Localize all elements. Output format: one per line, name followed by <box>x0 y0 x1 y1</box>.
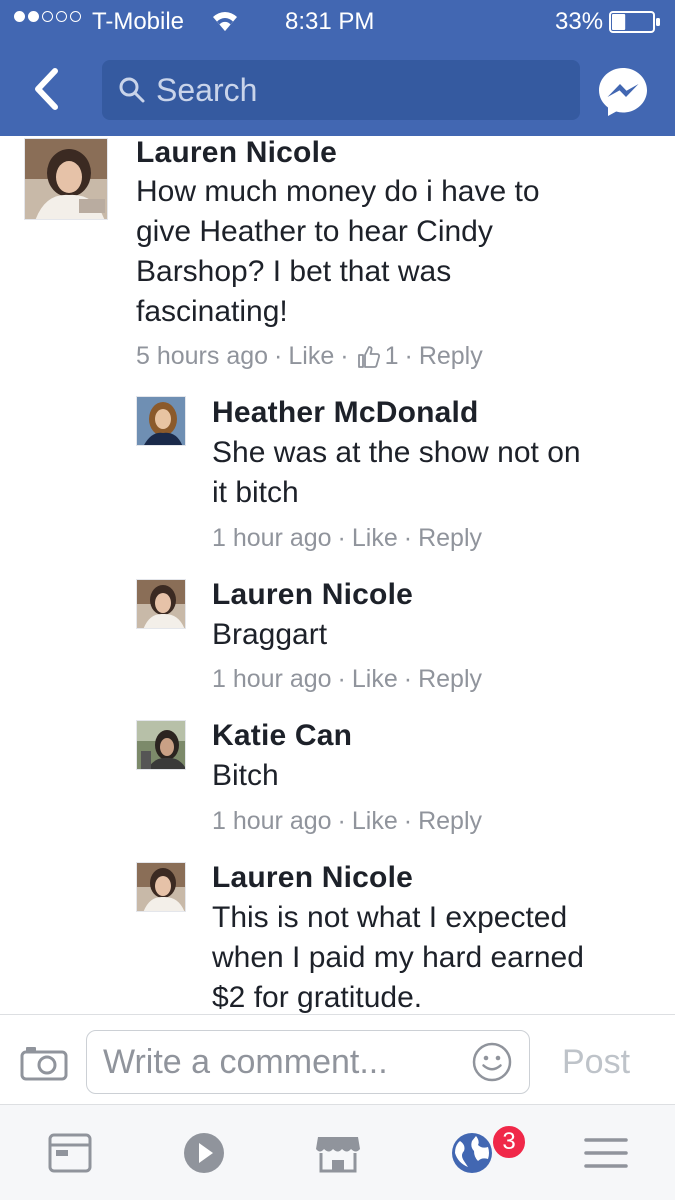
reply-text-line: She was at the show not on <box>212 436 581 469</box>
reply-author[interactable]: Lauren Nicole <box>212 578 413 612</box>
reply-text-line: it bitch <box>212 476 299 509</box>
comment-text: How much money do i have to give Heather… <box>136 172 540 332</box>
avatar-lauren-nicole[interactable] <box>136 862 186 912</box>
separator: · <box>340 342 349 370</box>
search-input[interactable] <box>156 71 556 109</box>
reply-link[interactable]: Reply <box>418 807 482 836</box>
reply-text-line: $2 for gratitude. <box>212 981 423 1014</box>
signal-dot <box>70 11 81 22</box>
reply-timestamp: 1 hour ago <box>212 524 332 552</box>
battery-percent: 33% <box>555 8 604 35</box>
separator: · <box>337 807 346 835</box>
comment-author[interactable]: Lauren Nicole <box>136 136 337 170</box>
back-button[interactable] <box>24 64 68 114</box>
reply-text: She was at the show not on it bitch <box>212 433 581 513</box>
wifi-icon <box>213 12 237 31</box>
comment-text-line: Barshop? I bet that was <box>136 255 452 288</box>
avatar-lauren-nicole[interactable] <box>136 579 186 629</box>
like-link[interactable]: Like <box>288 342 334 371</box>
reply-meta: 1 hour ago · Like · Reply <box>212 807 482 836</box>
reply-timestamp: 1 hour ago <box>212 665 332 693</box>
reply-meta: 1 hour ago · Like · Reply <box>212 524 482 553</box>
comment-meta: 5 hours ago · Like · 1 · Reply <box>136 342 483 371</box>
reply-link[interactable]: Reply <box>418 524 482 553</box>
clock: 8:31 PM <box>285 8 375 35</box>
thumbs-up-icon <box>357 345 380 368</box>
emoji-icon[interactable] <box>471 1041 513 1083</box>
reply-author[interactable]: Lauren Nicole <box>212 861 413 895</box>
comment-text-line: How much money do i have to <box>136 175 540 208</box>
separator: · <box>403 524 413 552</box>
menu-icon[interactable] <box>580 1127 632 1179</box>
like-count: 1 <box>384 342 399 370</box>
reply-text-line: Braggart <box>212 618 328 651</box>
profile-photo <box>25 139 107 219</box>
status-bar: T-Mobile 8:31 PM 33% <box>0 0 675 46</box>
like-link[interactable]: Like <box>352 524 398 553</box>
separator: · <box>403 665 413 693</box>
profile-photo <box>137 580 185 628</box>
like-link[interactable]: Like <box>352 807 398 836</box>
comment-text-line: give Heather to hear Cindy <box>136 215 493 248</box>
comment-composer: Post <box>0 1014 675 1104</box>
notifications-globe-icon[interactable] <box>446 1127 498 1179</box>
avatar-katie-can[interactable] <box>136 720 186 770</box>
like-link[interactable]: Like <box>352 665 398 694</box>
signal-dot <box>28 11 39 22</box>
reply-timestamp: 1 hour ago <box>212 807 332 835</box>
separator: · <box>337 524 346 552</box>
reply-text: Bitch <box>212 756 279 796</box>
avatar-heather-mcdonald[interactable] <box>136 396 186 446</box>
camera-icon[interactable] <box>20 1045 68 1081</box>
chevron-left-icon <box>35 68 58 110</box>
reply-author[interactable]: Heather McDonald <box>212 396 479 430</box>
carrier-name: T-Mobile <box>92 8 185 35</box>
reply-meta: 1 hour ago · Like · Reply <box>212 665 482 694</box>
separator: · <box>404 342 413 370</box>
separator: · <box>403 807 413 835</box>
marketplace-icon[interactable] <box>312 1127 364 1179</box>
signal-strength-icon <box>14 11 81 22</box>
reply-link[interactable]: Reply <box>419 342 483 371</box>
post-button[interactable]: Post <box>562 1043 630 1082</box>
signal-dot <box>14 11 25 22</box>
separator: · <box>274 342 283 370</box>
profile-photo <box>137 721 185 769</box>
bottom-tab-bar <box>0 1104 675 1200</box>
comment-text-line: fascinating! <box>136 295 288 328</box>
comment-input[interactable] <box>103 1042 453 1082</box>
battery-icon <box>609 11 660 33</box>
search-bar[interactable] <box>102 60 580 120</box>
notifications-badge: 3 <box>491 1124 527 1160</box>
reply-text: Braggart <box>212 615 327 655</box>
comment-timestamp: 5 hours ago <box>136 342 269 370</box>
reply-text: This is not what I expected when I paid … <box>212 898 584 1018</box>
profile-photo <box>137 397 185 445</box>
reply-author[interactable]: Katie Can <box>212 719 352 753</box>
reply-link[interactable]: Reply <box>418 665 482 694</box>
signal-dot <box>42 11 53 22</box>
comment-input-box[interactable] <box>86 1030 530 1094</box>
top-navigation-bar: T-Mobile 8:31 PM 33% <box>0 0 675 136</box>
messenger-icon[interactable] <box>596 65 650 119</box>
signal-dot <box>56 11 67 22</box>
reply-text-line: This is not what I expected <box>212 901 568 934</box>
avatar-lauren-nicole[interactable] <box>24 138 108 220</box>
video-icon[interactable] <box>178 1127 230 1179</box>
reply-text-line: Bitch <box>212 759 279 792</box>
profile-photo <box>137 863 185 911</box>
news-feed-icon[interactable] <box>44 1127 96 1179</box>
reply-text-line: when I paid my hard earned <box>212 941 584 974</box>
separator: · <box>337 665 346 693</box>
search-icon <box>119 77 145 103</box>
